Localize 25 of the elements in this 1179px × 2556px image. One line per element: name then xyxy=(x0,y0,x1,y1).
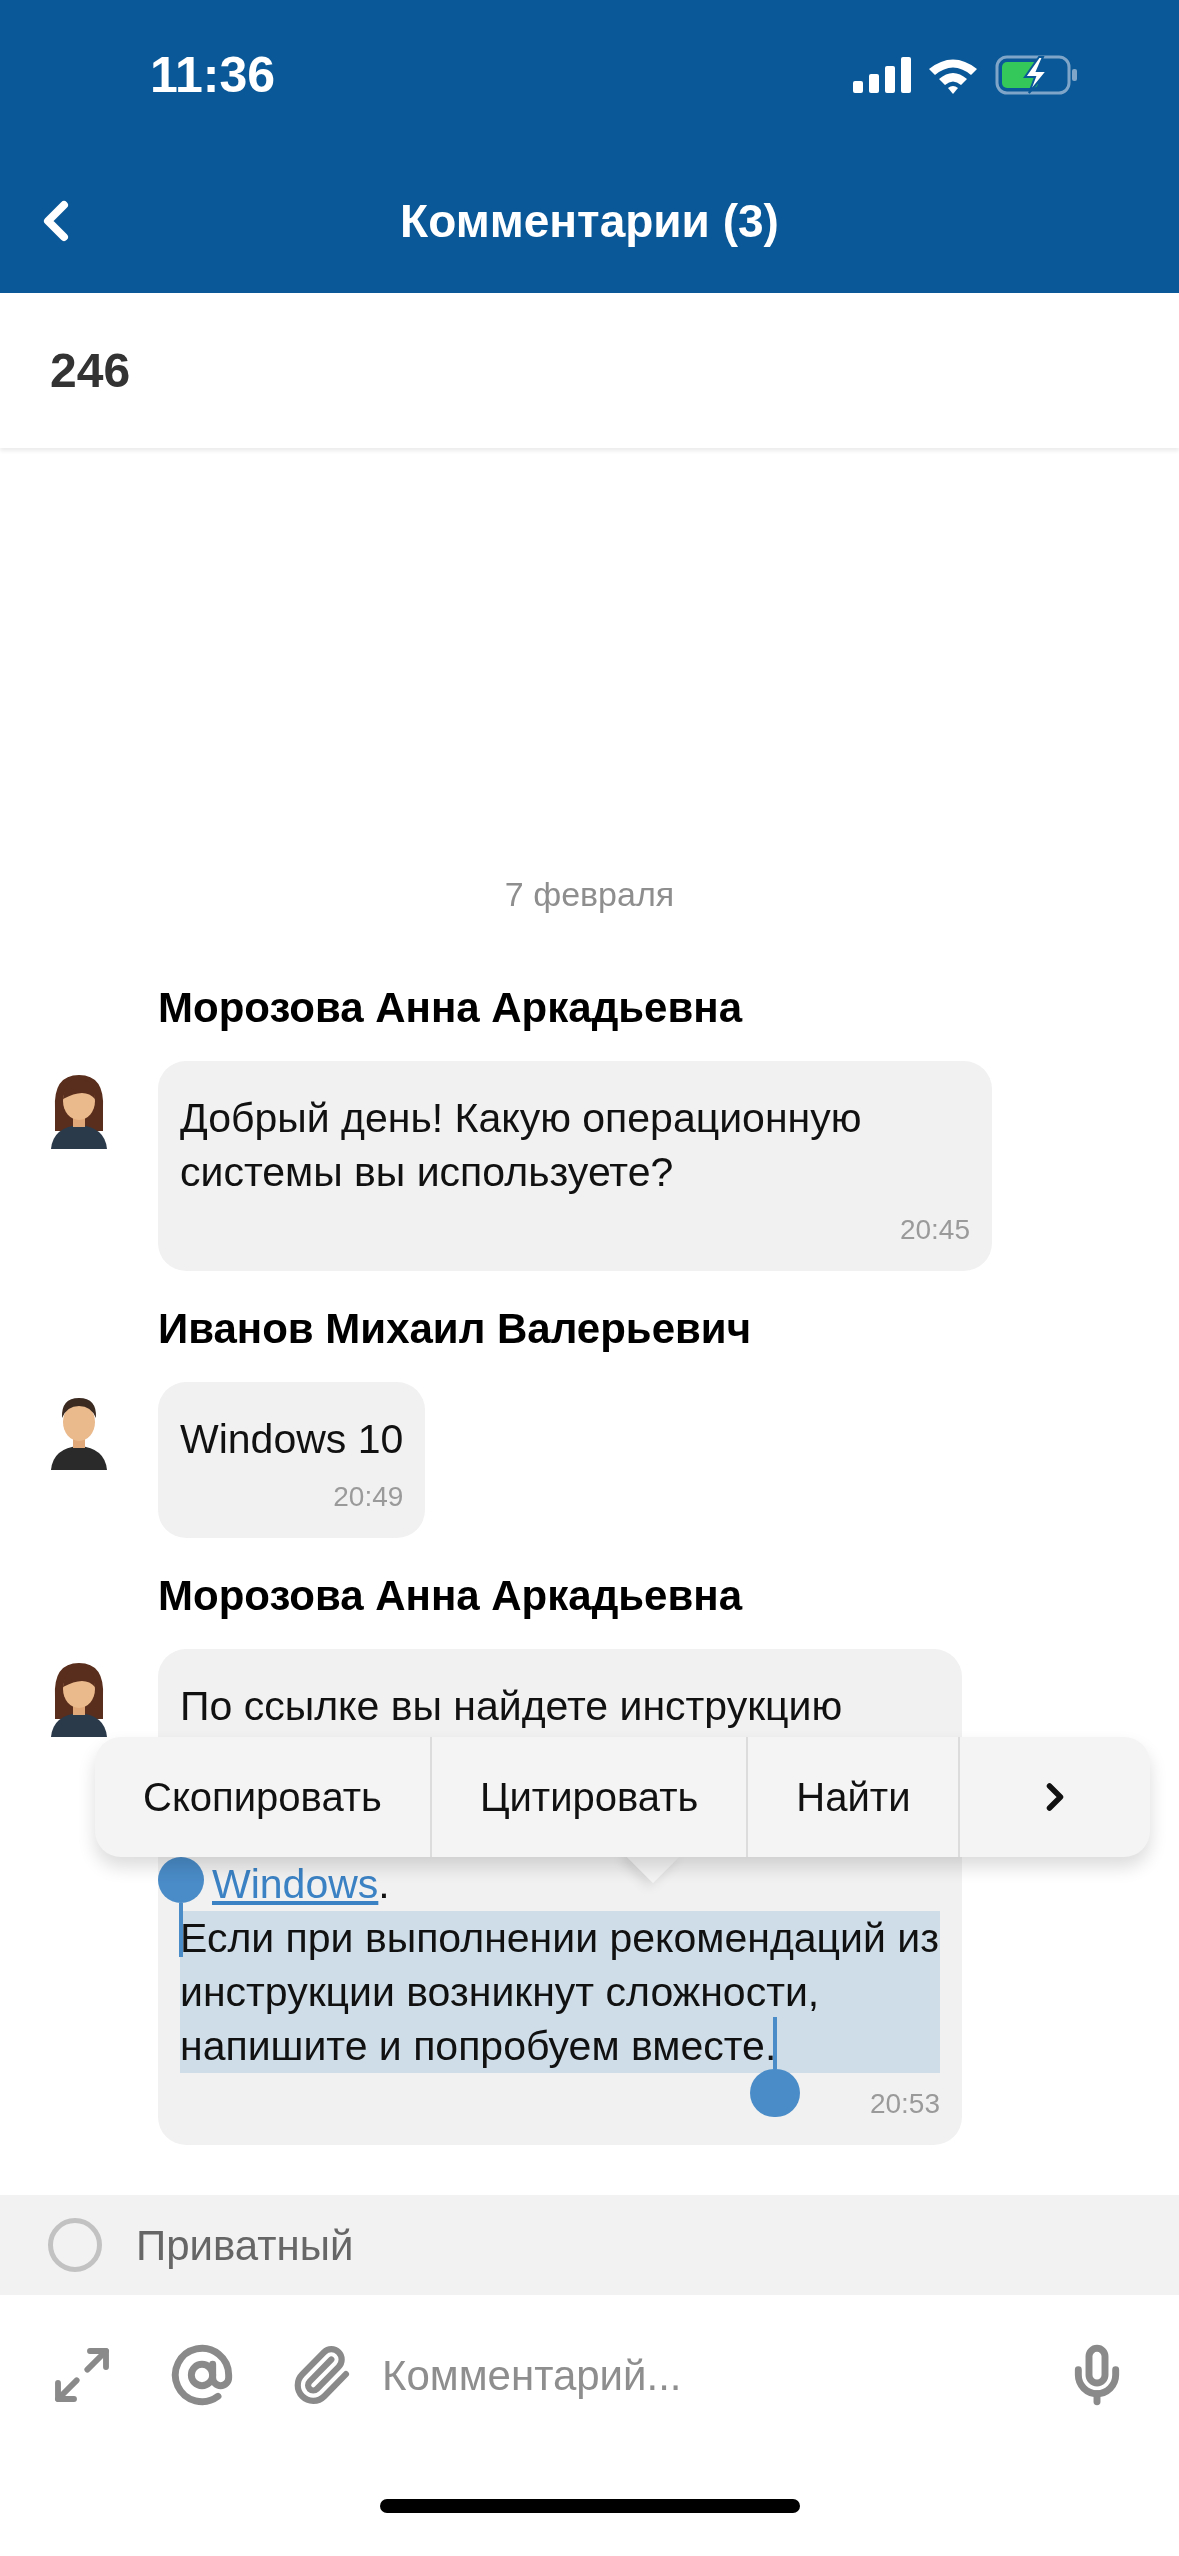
mention-icon[interactable] xyxy=(170,2343,234,2407)
link-period: . xyxy=(378,1860,390,1909)
windows-link[interactable]: Windows xyxy=(212,1857,379,1911)
screen-title: Комментарии (3) xyxy=(400,194,779,249)
status-time: 11:36 xyxy=(150,45,276,105)
message-time: 20:53 xyxy=(868,2087,940,2121)
menu-item[interactable]: Цитировать xyxy=(429,1737,747,1857)
private-label: Приватный xyxy=(136,2220,354,2271)
message-time: 20:49 xyxy=(332,1480,404,1514)
date-divider: 7 февраля xyxy=(504,874,675,915)
message-text: Добрый день! Какую операционную системы вы используете? xyxy=(180,1094,863,1197)
signal-icon xyxy=(853,57,911,93)
private-radio[interactable] xyxy=(48,2218,102,2272)
author-name: Морозова Анна Аркадьевна xyxy=(158,983,744,1033)
battery-charging-icon xyxy=(995,55,1079,95)
message-text: Windows 10 xyxy=(180,1415,404,1464)
menu-item[interactable]: Найти xyxy=(746,1737,959,1857)
message-time: 20:45 xyxy=(898,1213,970,1247)
subject-title: 246 xyxy=(50,342,131,399)
selected-text: Если при выполнении рекомендаций из инструкции возникнут сложности, напишите и попробуем вместе. xyxy=(180,1911,940,2073)
author-name: Иванов Михаил Валерьевич xyxy=(158,1304,753,1354)
menu-item[interactable]: Скопировать xyxy=(95,1737,430,1857)
author-name: Морозова Анна Аркадьевна xyxy=(158,1571,744,1621)
message-text: По ссылке вы найдете инструкцию xyxy=(180,1682,844,1731)
comment-field[interactable]: Комментарий... xyxy=(382,2343,1065,2407)
